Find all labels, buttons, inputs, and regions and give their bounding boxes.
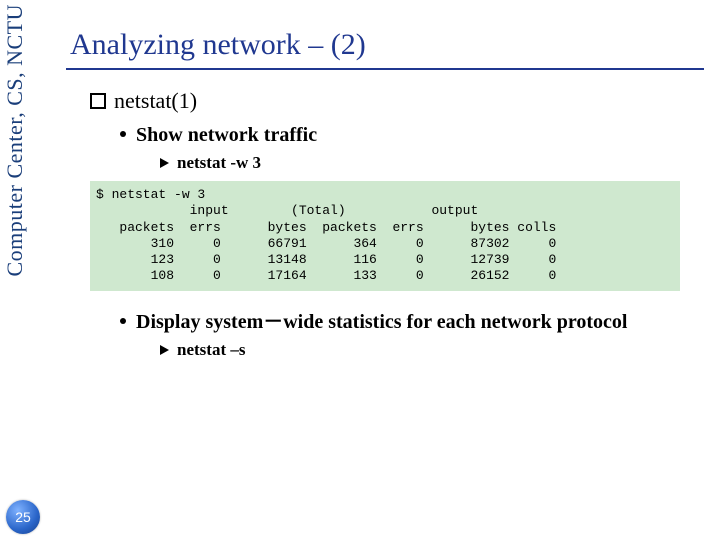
bullet-show-traffic: Show network traffic (120, 124, 710, 147)
sidebar-strip: Computer Center, CS, NCTU (0, 0, 48, 540)
bullet-show-traffic-text: Show network traffic (136, 124, 317, 146)
bullet-netstat-s: netstat –s (160, 340, 710, 360)
page-number: 25 (15, 509, 31, 525)
slide-content: Analyzing network – (2) netstat(1) Show … (60, 0, 710, 368)
triangle-bullet-icon (160, 158, 169, 168)
page-number-badge: 25 (6, 500, 40, 534)
terminal-output: $ netstat -w 3 input (Total) output pack… (90, 181, 680, 291)
triangle-bullet-icon (160, 345, 169, 355)
square-bullet-icon (90, 93, 106, 109)
bullet-netstat-w3: netstat -w 3 (160, 153, 710, 173)
title-underline (66, 68, 704, 70)
bullet-netstat-w3-text: netstat -w 3 (177, 153, 261, 172)
bullet-display-stats-text: Display system－wide statistics for each … (136, 311, 627, 333)
slide-title: Analyzing network – (2) (70, 28, 700, 62)
bullet-netstat-text: netstat(1) (114, 88, 197, 113)
bullet-display-stats: Display system－wide statistics for each … (120, 305, 710, 334)
dot-bullet-icon (120, 318, 126, 324)
sidebar-label: Computer Center, CS, NCTU (2, 4, 28, 277)
dot-bullet-icon (120, 131, 126, 137)
bullet-netstat: netstat(1) (90, 88, 710, 114)
bullet-netstat-s-text: netstat –s (177, 340, 245, 359)
